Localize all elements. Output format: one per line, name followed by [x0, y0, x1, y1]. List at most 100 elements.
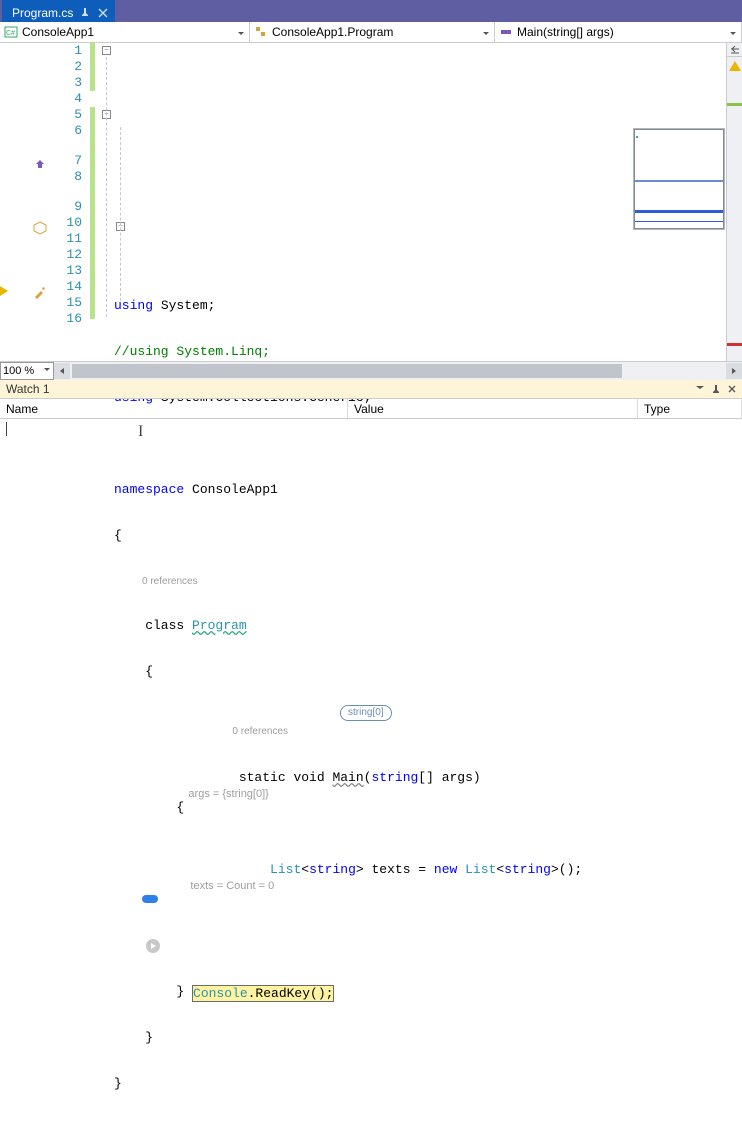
pin-icon[interactable] — [79, 7, 91, 19]
codelens-references[interactable]: 0 references — [114, 576, 198, 587]
code-token: { — [114, 664, 742, 680]
code-token: namespace — [114, 482, 184, 497]
line-number: 8 — [52, 169, 82, 185]
code-token: .ReadKey(); — [248, 986, 334, 1001]
code-token: ( — [364, 770, 372, 785]
ibeam-cursor-icon: I — [138, 423, 143, 441]
code-token: string — [504, 862, 551, 877]
chevron-down-icon — [237, 27, 245, 41]
line-number: 11 — [52, 231, 82, 247]
line-number: 2 — [52, 59, 82, 75]
editor-status-row: 100 % — [0, 361, 742, 379]
scroll-error-marker — [727, 343, 742, 346]
code-token: List — [465, 862, 496, 877]
codelens-references[interactable]: 0 references — [176, 726, 288, 737]
change-marker — [90, 43, 95, 91]
watch-new-row[interactable]: I — [0, 419, 742, 438]
scroll-left-button[interactable] — [54, 363, 70, 379]
class-dropdown-label: ConsoleApp1.Program — [272, 25, 393, 39]
code-token: { — [114, 528, 742, 544]
close-icon[interactable] — [97, 7, 109, 19]
chevron-down-icon — [43, 365, 51, 377]
line-number: 9 — [52, 199, 82, 215]
pinned-datatip-icon[interactable] — [142, 895, 158, 903]
code-token: List — [270, 862, 301, 877]
svg-text:C#: C# — [6, 30, 15, 37]
line-number: 5 — [52, 107, 82, 123]
member-dropdown[interactable]: Main(string[] args) — [495, 22, 742, 42]
fold-toggle[interactable]: − — [102, 46, 111, 55]
watch-title-label: Watch 1 — [6, 382, 50, 396]
text-caret — [6, 422, 7, 436]
project-dropdown[interactable]: C# ConsoleApp1 — [0, 22, 250, 42]
line-number: 13 — [52, 263, 82, 279]
line-number: 1 — [52, 43, 82, 59]
debug-inline-hint: string[0] — [340, 705, 392, 721]
code-token: > texts = — [356, 862, 434, 877]
code-editor[interactable]: 1 2 3 4 5 6 7 8 9 10 11 12 13 14 15 16 −… — [0, 43, 742, 361]
line-number: 10 — [52, 215, 82, 231]
fold-guide — [106, 57, 107, 317]
execution-pointer-icon — [0, 286, 8, 296]
code-token — [457, 862, 465, 877]
warning-icon — [729, 61, 741, 71]
chevron-down-icon — [729, 27, 737, 41]
code-token: { — [114, 800, 742, 816]
window-position-icon[interactable] — [693, 382, 707, 396]
line-number: 7 — [52, 153, 82, 169]
code-token: } — [114, 1076, 742, 1092]
line-number: 6 — [52, 123, 82, 139]
code-token: Program — [192, 618, 247, 633]
code-token: string — [309, 862, 356, 877]
document-tab-program[interactable]: Program.cs — [2, 0, 115, 22]
auto-hide-pin-icon[interactable] — [709, 382, 723, 396]
code-token: new — [434, 862, 457, 877]
class-dropdown[interactable]: ConsoleApp1.Program — [250, 22, 495, 42]
code-token — [176, 862, 270, 877]
glyph-margin[interactable] — [0, 43, 52, 361]
code-token: System; — [153, 298, 215, 313]
project-dropdown-label: ConsoleApp1 — [22, 25, 94, 39]
line-number: 4 — [52, 91, 82, 107]
code-token: static void — [176, 770, 332, 785]
line-number: 16 — [52, 311, 82, 327]
scroll-right-button[interactable] — [726, 363, 742, 379]
run-to-click-icon[interactable] — [146, 939, 160, 953]
code-token: < — [496, 862, 504, 877]
zoom-dropdown[interactable]: 100 % — [0, 362, 54, 380]
split-window-icon[interactable] — [727, 43, 742, 57]
change-marker — [90, 107, 95, 319]
code-token: < — [301, 862, 309, 877]
code-token: >(); — [551, 862, 582, 877]
fold-guide — [120, 127, 121, 301]
pickaxe-icon — [33, 285, 47, 299]
scroll-change-marker — [727, 103, 742, 106]
line-number: 14 — [52, 279, 82, 295]
line-number-gutter[interactable]: 1 2 3 4 5 6 7 8 9 10 11 12 13 14 15 16 — [52, 43, 90, 361]
code-token: [] args) — [418, 770, 480, 785]
document-tab-row: Program.cs — [0, 0, 742, 22]
csharp-project-icon: C# — [4, 25, 18, 39]
code-preview-thumbnail[interactable] — [634, 129, 724, 229]
scrollbar-thumb[interactable] — [72, 364, 622, 378]
code-token: Main — [332, 770, 363, 785]
vertical-scroll-map[interactable] — [726, 43, 742, 361]
zoom-value: 100 % — [3, 365, 34, 377]
method-override-icon — [33, 157, 47, 171]
code-token: string — [371, 770, 418, 785]
code-token: ConsoleApp1 — [184, 482, 278, 497]
horizontal-scrollbar[interactable] — [54, 362, 742, 380]
close-icon[interactable] — [725, 382, 739, 396]
code-token: //using System.Linq; — [114, 344, 270, 359]
chevron-down-icon — [482, 27, 490, 41]
member-dropdown-label: Main(string[] args) — [517, 25, 614, 39]
code-token: Console — [193, 986, 248, 1001]
box-icon — [33, 221, 47, 235]
line-number: 15 — [52, 295, 82, 311]
debug-inline-value: texts = Count = 0 — [176, 880, 274, 892]
watch-title-bar[interactable]: Watch 1 — [0, 380, 742, 399]
navigation-bar: C# ConsoleApp1 ConsoleApp1.Program Main(… — [0, 22, 742, 43]
code-token: } — [114, 1030, 742, 1046]
debug-inline-value: args = {string[0]} — [176, 788, 268, 800]
method-icon — [499, 25, 513, 39]
